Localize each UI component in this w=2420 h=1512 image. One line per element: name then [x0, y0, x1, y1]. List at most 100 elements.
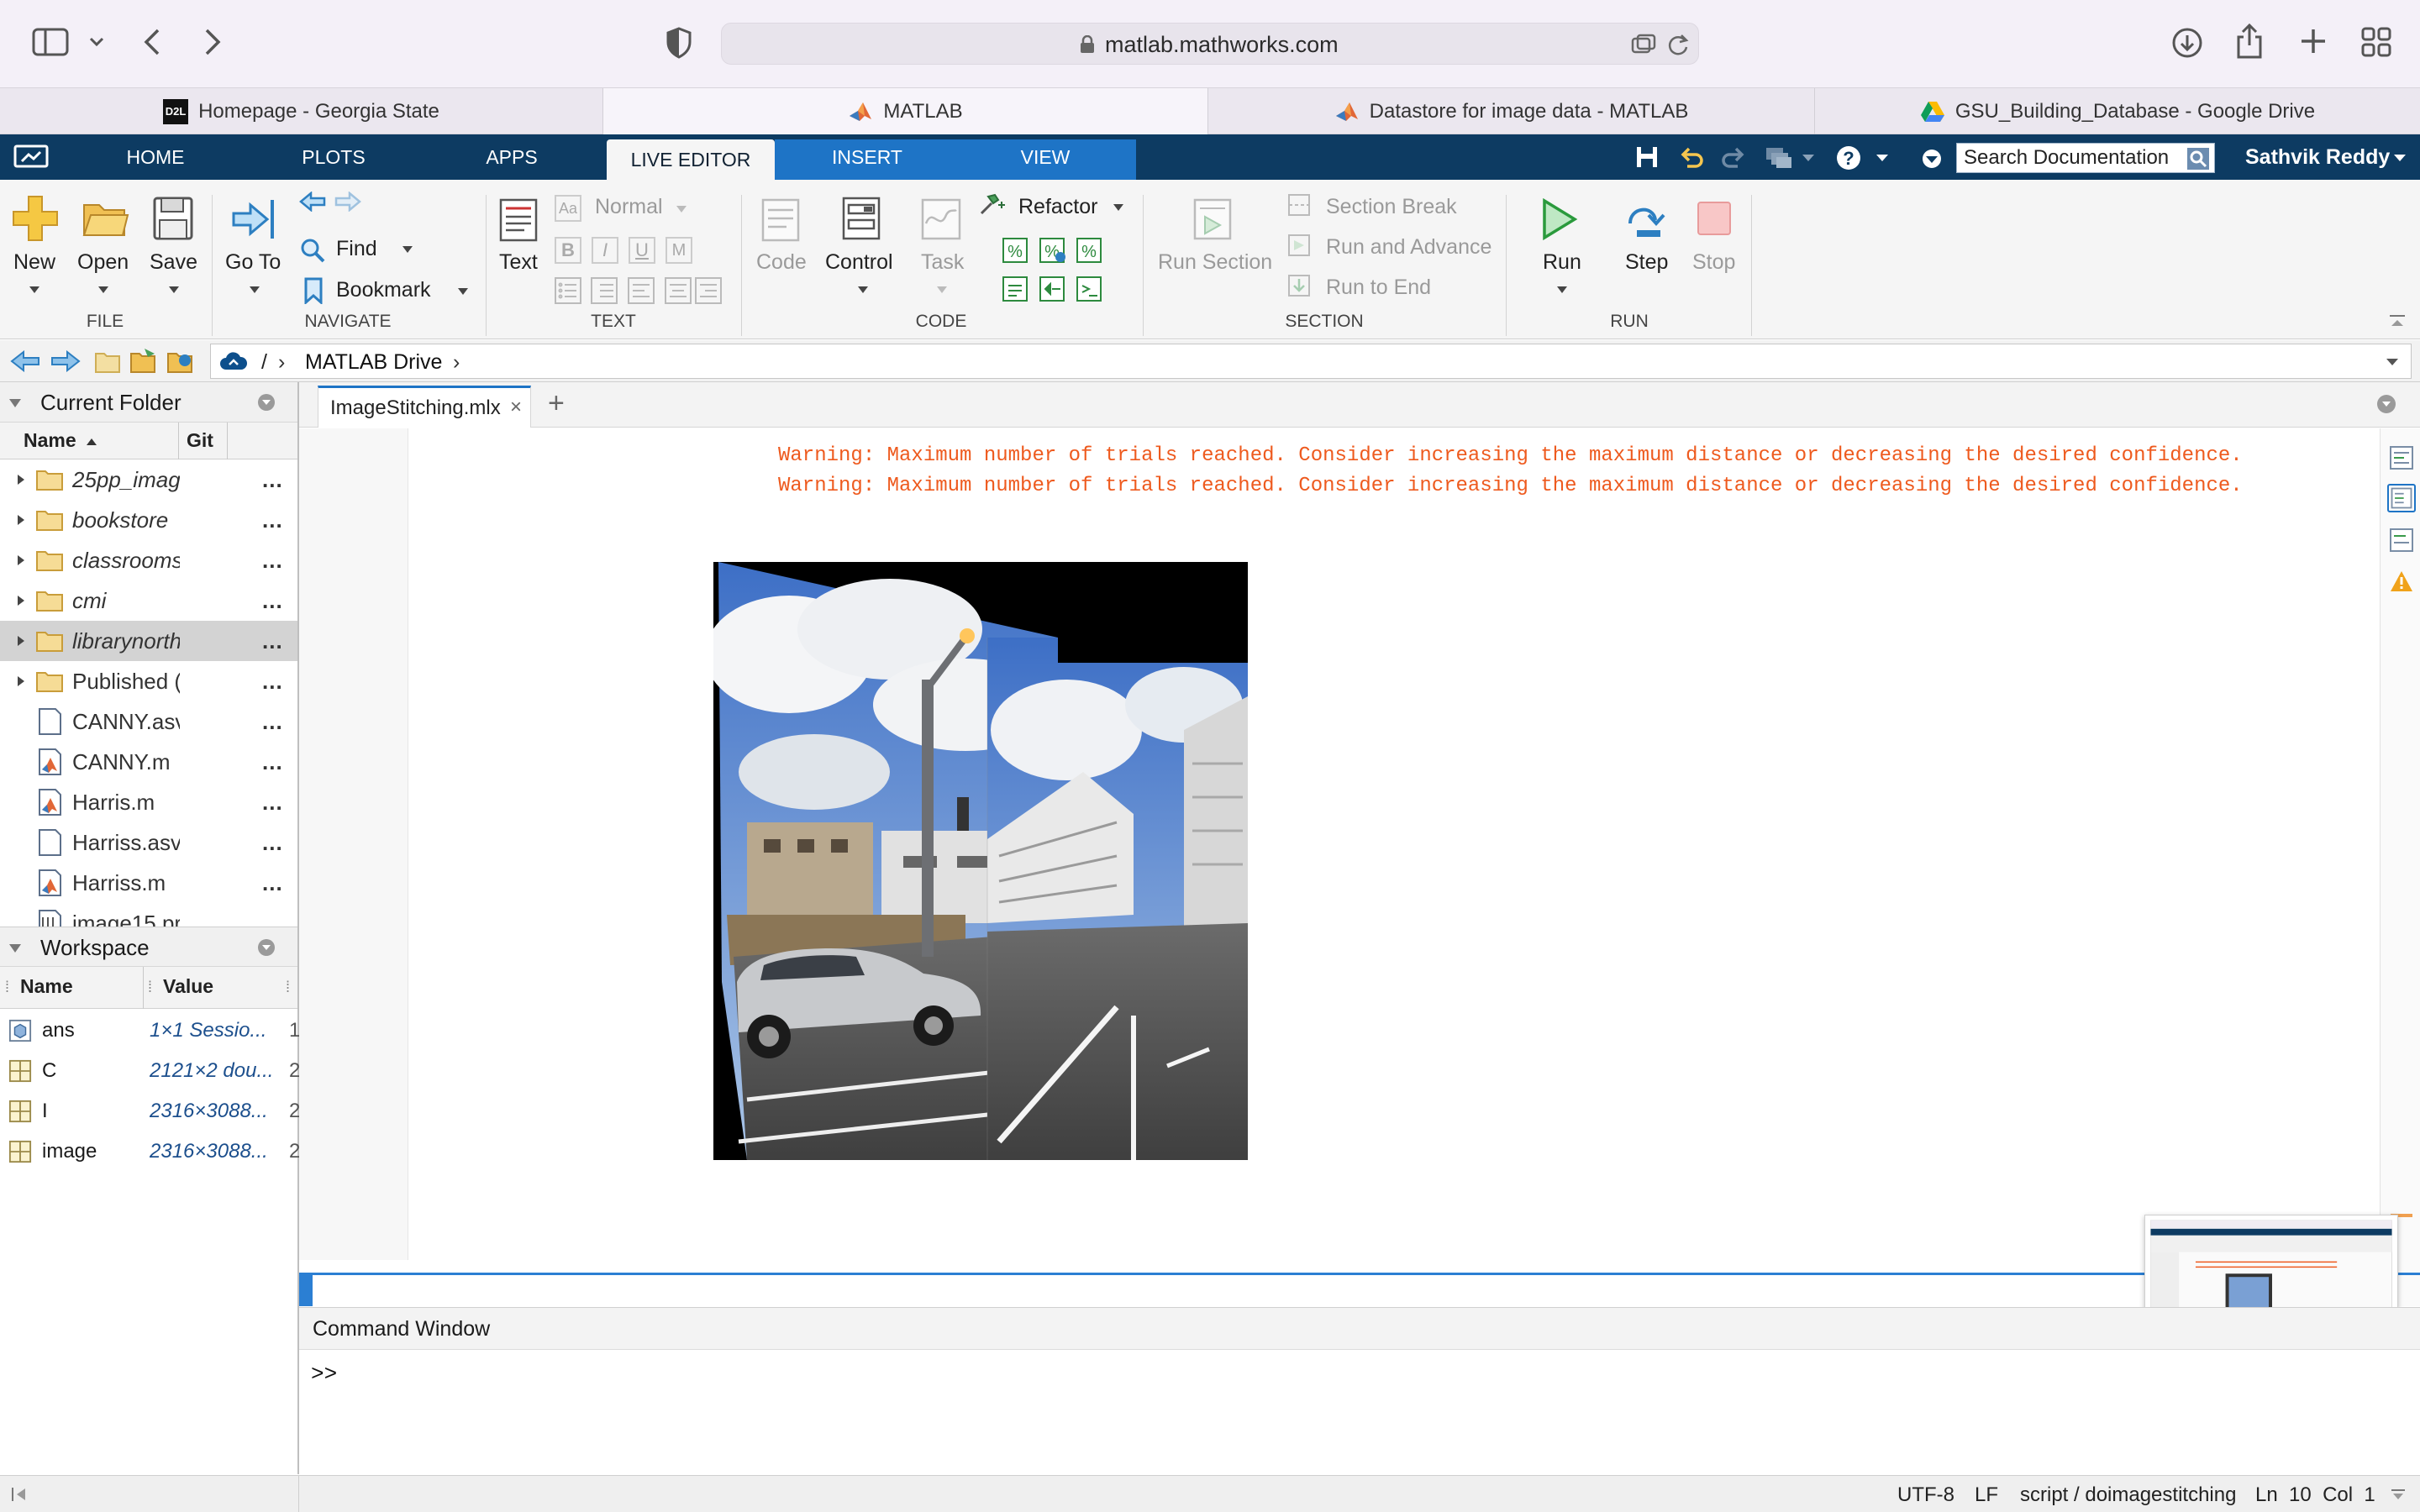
column-divider[interactable] — [178, 423, 179, 459]
bold-icon[interactable]: B — [555, 237, 581, 264]
underline-icon[interactable]: U — [629, 237, 655, 264]
code-block-icon[interactable] — [761, 198, 800, 242]
back-arrow-icon[interactable] — [299, 192, 326, 212]
path-root[interactable]: / — [261, 350, 267, 375]
file-row[interactable]: Harriss.m... — [0, 863, 297, 903]
bookmark-button[interactable]: Bookmark — [336, 278, 431, 302]
text-block-icon[interactable] — [499, 198, 538, 242]
file-row[interactable]: image15.pr... — [0, 903, 297, 927]
editor-divider[interactable] — [299, 1273, 2420, 1275]
save-icon[interactable] — [1635, 144, 1659, 170]
current-folder-header[interactable]: Current Folder — [0, 382, 297, 423]
drag-handle-icon[interactable]: ⁞ — [148, 979, 152, 996]
text-button[interactable]: Text — [499, 250, 538, 275]
item-actions-button[interactable]: ... — [262, 459, 283, 500]
chevron-down-icon[interactable] — [402, 245, 413, 254]
warning-icon[interactable] — [2389, 570, 2414, 593]
item-actions-button[interactable]: ... — [262, 580, 283, 621]
step-icon[interactable] — [1625, 198, 1669, 240]
text-style-aa-icon[interactable]: Aa — [555, 195, 581, 222]
path-folder[interactable]: MATLAB Drive — [305, 350, 442, 375]
file-row[interactable]: CANNY.m... — [0, 742, 297, 782]
add-tab-icon[interactable]: + — [548, 387, 565, 420]
browser-tab-datastore[interactable]: Datastore for image data - MATLAB — [1208, 88, 1815, 135]
editor-tab[interactable]: ImageStitching.mlx × — [318, 386, 531, 428]
line-ending-status[interactable]: LF — [1975, 1483, 1998, 1507]
item-actions-button[interactable]: ... — [262, 540, 283, 580]
stop-button[interactable]: Stop — [1692, 250, 1735, 275]
tab-insert[interactable]: INSERT — [817, 134, 918, 180]
bookmark-icon[interactable] — [304, 277, 323, 304]
sidebar-toggle-icon[interactable] — [32, 27, 69, 57]
status-menu-icon[interactable] — [2390, 1488, 2407, 1501]
undo-icon[interactable] — [1679, 146, 1704, 168]
section-break-button[interactable]: Section Break — [1326, 195, 1457, 219]
tab-live-editor[interactable]: LIVE EDITOR — [607, 139, 775, 180]
go-to-icon[interactable] — [230, 198, 276, 240]
output-inline-icon[interactable] — [2389, 445, 2414, 470]
new-tab-icon[interactable] — [2299, 27, 2328, 55]
close-tab-icon[interactable]: × — [510, 396, 522, 419]
downloads-icon[interactable] — [2171, 27, 2203, 59]
folder-row[interactable]: Published (... — [0, 661, 297, 701]
forward-arrow-icon[interactable] — [334, 192, 361, 212]
address-bar[interactable]: matlab.mathworks.com — [721, 23, 1699, 65]
workspace-header[interactable]: Workspace — [0, 927, 297, 967]
tab-plots[interactable]: PLOTS — [294, 134, 373, 180]
task-icon[interactable] — [921, 198, 961, 240]
column-divider[interactable] — [143, 967, 144, 1009]
drag-handle-icon[interactable]: ⁞ — [5, 979, 9, 996]
run-and-advance-button[interactable]: Run and Advance — [1326, 235, 1491, 260]
editor-actions-icon[interactable] — [2376, 394, 2396, 414]
run-to-end-icon[interactable] — [1287, 274, 1311, 297]
expand-arrow-icon[interactable] — [17, 554, 25, 566]
code-button[interactable]: Code — [756, 250, 807, 275]
browser-tab-homepage[interactable]: D2L Homepage - Georgia State — [0, 88, 603, 135]
item-actions-button[interactable]: ... — [262, 500, 283, 540]
workspace-variable-row[interactable]: ans 1×1 Sessio... 1 — [0, 1012, 300, 1049]
workspace-variable-row[interactable]: image 2316×3088... 2 — [0, 1133, 300, 1170]
folder-row[interactable]: librarynorth... — [0, 621, 297, 661]
item-actions-button[interactable]: ... — [262, 903, 283, 927]
chevron-down-icon[interactable] — [1113, 203, 1124, 212]
chevron-down-icon[interactable] — [2386, 358, 2399, 366]
cursor-position-status[interactable]: Ln 10 Col 1 — [2255, 1483, 2375, 1507]
collapse-panel-icon[interactable] — [10, 1486, 29, 1503]
file-row[interactable]: Harriss.asv... — [0, 822, 297, 863]
go-to-button[interactable]: Go To — [225, 250, 281, 275]
find-magnifier-icon[interactable] — [299, 237, 326, 264]
new-icon[interactable] — [12, 195, 59, 242]
chevron-down-icon[interactable] — [936, 286, 948, 294]
up-folder-icon[interactable] — [94, 349, 121, 374]
layout-icon[interactable] — [1765, 146, 1793, 170]
chevron-down-icon[interactable] — [97, 286, 109, 294]
file-row[interactable]: Harris.m... — [0, 782, 297, 822]
chevron-down-icon[interactable] — [457, 287, 469, 296]
chevron-down-icon[interactable] — [1556, 286, 1568, 294]
path-field[interactable]: / › MATLAB Drive › — [210, 344, 2412, 379]
text-style-dropdown[interactable]: Normal — [595, 195, 663, 219]
back-icon[interactable] — [139, 27, 166, 57]
code-tools-icons[interactable]: % % % — [1002, 237, 1109, 306]
script-status[interactable]: script / doimagestitching — [2020, 1483, 2236, 1507]
hide-code-icon[interactable] — [2389, 528, 2414, 553]
output-right-icon[interactable] — [2387, 484, 2416, 512]
italic-icon[interactable]: I — [592, 237, 618, 264]
expand-arrow-icon[interactable] — [17, 675, 25, 687]
item-actions-button[interactable]: ... — [262, 621, 283, 661]
item-actions-button[interactable]: ... — [262, 701, 283, 742]
chevron-down-icon[interactable] — [1802, 153, 1815, 163]
folder-row[interactable]: classrooms... — [0, 540, 297, 580]
item-actions-button[interactable]: ... — [262, 782, 283, 822]
reader-icon[interactable] — [1631, 34, 1656, 55]
workspace-variable-row[interactable]: I 2316×3088... 2 — [0, 1093, 300, 1130]
column-value[interactable]: Value — [163, 975, 213, 998]
workspace-variable-row[interactable]: C 2121×2 dou... 2 — [0, 1053, 300, 1089]
stitched-image-figure[interactable] — [713, 562, 1248, 1160]
browser-tab-matlab[interactable]: MATLAB — [603, 88, 1208, 135]
forward-arrow-icon[interactable] — [50, 350, 81, 372]
help-icon[interactable]: ? — [1835, 144, 1862, 171]
search-documentation-input[interactable]: Search Documentation — [1956, 143, 2215, 173]
tab-overview-icon[interactable] — [2361, 27, 2391, 57]
expand-arrow-icon[interactable] — [17, 474, 25, 486]
